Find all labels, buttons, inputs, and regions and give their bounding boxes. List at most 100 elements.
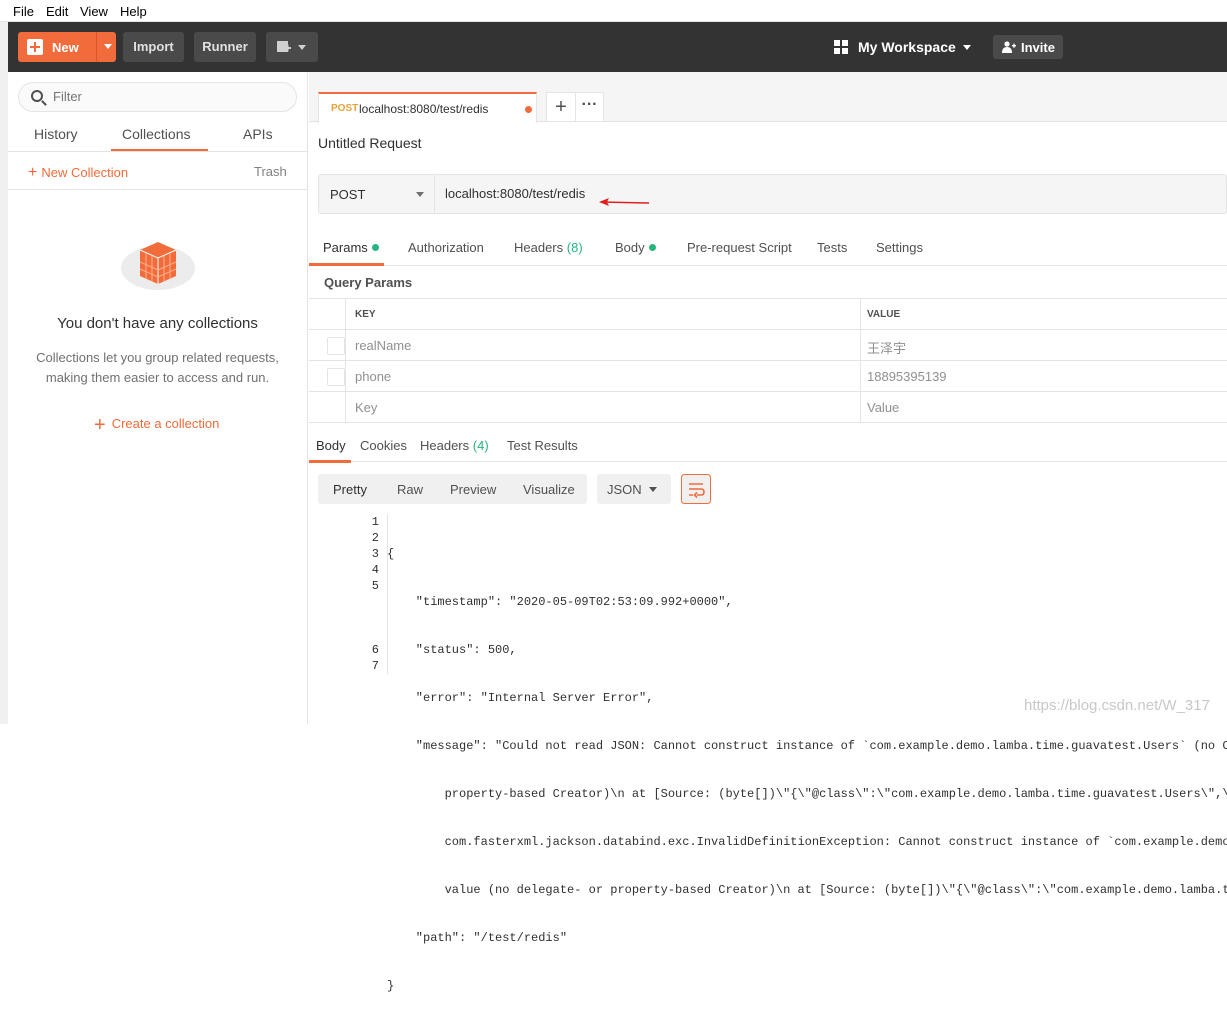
new-collection-button[interactable]: + New Collection bbox=[28, 164, 128, 182]
empty-title: You don't have any collections bbox=[57, 315, 258, 332]
new-window-button[interactable] bbox=[266, 32, 318, 62]
format-select[interactable]: JSON bbox=[597, 474, 671, 504]
view-raw[interactable]: Raw bbox=[397, 482, 423, 497]
value-column-header: VALUE bbox=[867, 309, 901, 320]
request-tab[interactable]: POST localhost:8080/test/redis bbox=[318, 92, 537, 123]
line-number bbox=[309, 626, 379, 642]
line-number: 3 bbox=[371, 547, 379, 561]
code-line: } bbox=[387, 979, 395, 993]
line-number: 1 bbox=[371, 515, 379, 529]
active-dot-icon bbox=[371, 244, 379, 251]
line-number: 5 bbox=[371, 579, 379, 593]
response-headers-count: (4) bbox=[472, 438, 489, 453]
method-label: POST bbox=[330, 187, 366, 202]
empty-collections-illustration bbox=[121, 242, 195, 290]
tab-history[interactable]: History bbox=[34, 126, 78, 142]
request-tabs-bar: POST localhost:8080/test/redis + ··· bbox=[309, 72, 1227, 123]
more-tabs-button[interactable]: ··· bbox=[575, 92, 604, 122]
active-tab-indicator bbox=[111, 149, 208, 151]
tab-authorization[interactable]: Authorization bbox=[408, 240, 484, 255]
window-edge bbox=[0, 22, 8, 724]
menu-bar: File Edit View Help bbox=[0, 0, 1227, 22]
row-checkbox[interactable] bbox=[327, 368, 345, 386]
column-divider bbox=[860, 392, 861, 423]
column-divider bbox=[345, 299, 346, 330]
trash-button[interactable]: Trash bbox=[254, 164, 287, 179]
menu-file[interactable]: File bbox=[13, 4, 34, 19]
runner-button[interactable]: Runner bbox=[194, 32, 256, 62]
menu-view[interactable]: View bbox=[80, 4, 108, 19]
filter-field[interactable] bbox=[18, 82, 297, 112]
tab-body-label: Body bbox=[615, 240, 645, 255]
tab-collections[interactable]: Collections bbox=[122, 126, 190, 142]
line-number bbox=[309, 610, 379, 626]
response-body-viewer[interactable]: 1 2 3 4 5 6 7 { "timestamp": "2020-05-09… bbox=[309, 514, 1227, 993]
plus-icon: + bbox=[94, 414, 106, 436]
tab-cookies[interactable]: Cookies bbox=[360, 438, 407, 453]
line-number: 7 bbox=[371, 659, 379, 673]
import-button[interactable]: Import bbox=[123, 32, 184, 62]
search-icon bbox=[31, 90, 43, 102]
tab-headers[interactable]: Headers (8) bbox=[514, 240, 583, 255]
tab-test-results[interactable]: Test Results bbox=[507, 438, 578, 453]
wrap-lines-button[interactable] bbox=[681, 474, 711, 504]
add-tab-button[interactable]: + bbox=[546, 92, 576, 122]
invite-label: Invite bbox=[1021, 40, 1055, 55]
tab-tests[interactable]: Tests bbox=[817, 240, 847, 255]
table-row: realName 王泽宇 bbox=[309, 330, 1227, 361]
divider bbox=[8, 189, 307, 190]
new-value-input[interactable]: Value bbox=[867, 400, 899, 415]
tab-params[interactable]: Params bbox=[323, 240, 379, 255]
menu-edit[interactable]: Edit bbox=[46, 4, 68, 19]
code-line: "timestamp": "2020-05-09T02:53:09.992+00… bbox=[387, 595, 733, 609]
line-number bbox=[309, 594, 379, 610]
tab-response-headers-label: Headers bbox=[420, 438, 470, 453]
create-collection-link[interactable]: + Create a collection bbox=[94, 414, 219, 437]
new-button[interactable]: New bbox=[18, 32, 116, 62]
request-tab-url: localhost:8080/test/redis bbox=[359, 102, 489, 116]
line-number: 2 bbox=[371, 531, 379, 545]
chevron-down-icon[interactable] bbox=[104, 44, 112, 49]
new-collection-label: New Collection bbox=[41, 165, 129, 180]
tab-response-body[interactable]: Body bbox=[316, 438, 346, 453]
column-divider bbox=[860, 330, 861, 361]
param-key[interactable]: realName bbox=[355, 338, 411, 353]
code-line: { bbox=[387, 547, 395, 561]
chevron-down-icon bbox=[649, 487, 657, 492]
workspace-grid-icon bbox=[834, 40, 848, 54]
method-select[interactable]: POST bbox=[319, 175, 435, 213]
code-line: com.fasterxml.jackson.databind.exc.Inval… bbox=[444, 835, 1227, 849]
row-checkbox[interactable] bbox=[327, 337, 345, 355]
sidebar-tabs: History Collections APIs bbox=[8, 122, 307, 152]
param-value[interactable]: 18895395139 bbox=[867, 369, 947, 384]
unsaved-dot-icon[interactable] bbox=[525, 106, 532, 113]
tab-prerequest-script[interactable]: Pre-request Script bbox=[687, 240, 792, 255]
tab-body[interactable]: Body bbox=[615, 240, 656, 255]
view-visualize[interactable]: Visualize bbox=[523, 482, 575, 497]
tab-apis[interactable]: APIs bbox=[243, 126, 273, 142]
column-divider bbox=[345, 392, 346, 423]
view-preview[interactable]: Preview bbox=[450, 482, 496, 497]
tab-headers-label: Headers bbox=[514, 240, 564, 255]
tab-settings[interactable]: Settings bbox=[876, 240, 923, 255]
query-params-title: Query Params bbox=[324, 275, 413, 290]
ellipsis-icon: ··· bbox=[581, 96, 598, 113]
invite-button[interactable]: Invite bbox=[993, 35, 1063, 59]
column-divider bbox=[860, 361, 861, 392]
main-panel: POST localhost:8080/test/redis + ··· Unt… bbox=[309, 72, 1227, 993]
chevron-down-icon bbox=[963, 45, 971, 50]
tab-params-label: Params bbox=[323, 240, 368, 255]
red-arrow-annotation bbox=[599, 198, 650, 206]
request-title[interactable]: Untitled Request bbox=[318, 135, 422, 151]
menu-help[interactable]: Help bbox=[120, 4, 147, 19]
app-header: New Import Runner My Workspace Invite bbox=[8, 22, 1227, 72]
active-dot-icon bbox=[648, 244, 656, 251]
tab-response-headers[interactable]: Headers (4) bbox=[420, 438, 489, 453]
param-value[interactable]: 王泽宇 bbox=[867, 338, 906, 357]
code-lines: { "timestamp": "2020-05-09T02:53:09.992+… bbox=[387, 514, 1227, 1026]
view-pretty[interactable]: Pretty bbox=[333, 482, 367, 497]
filter-input[interactable] bbox=[53, 89, 283, 104]
param-key[interactable]: phone bbox=[355, 369, 391, 384]
plus-icon bbox=[27, 39, 43, 55]
new-key-input[interactable]: Key bbox=[355, 400, 377, 415]
